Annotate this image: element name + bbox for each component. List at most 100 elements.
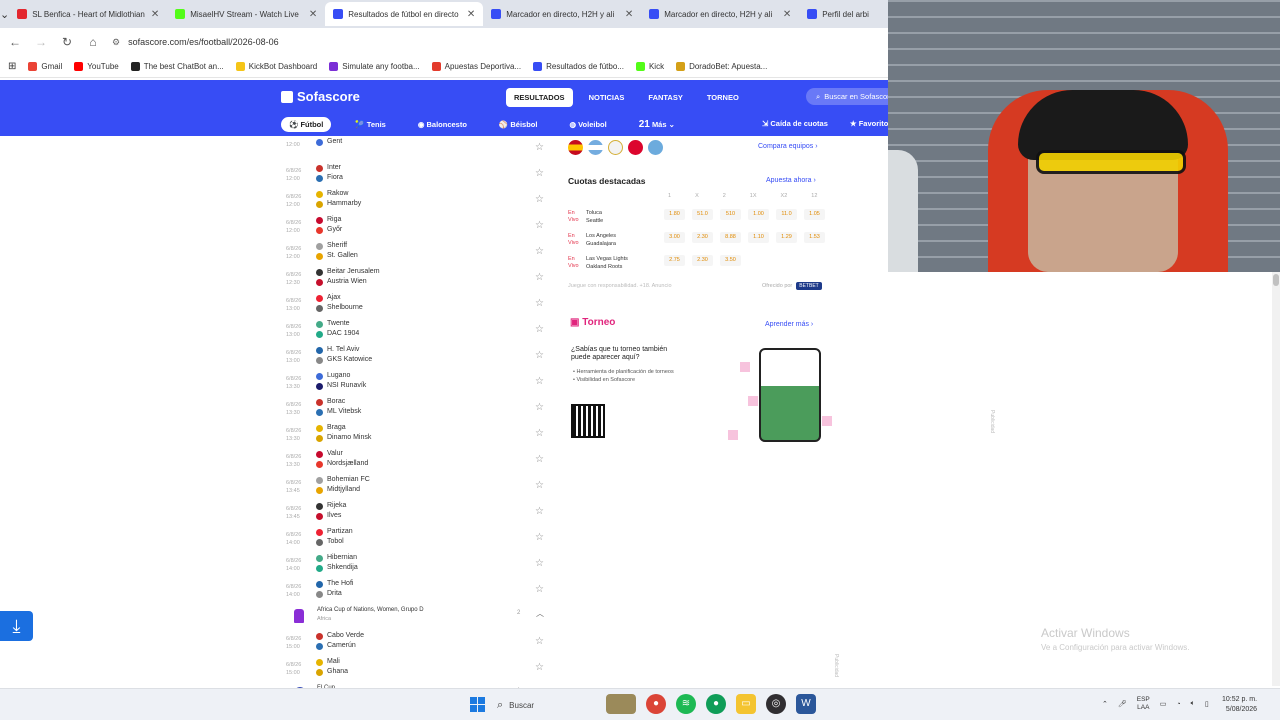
odds-button[interactable]: 510: [720, 209, 741, 220]
odds-row[interactable]: En Vivo Toluca Seattle 1.80 51.0 510 1.00 11.0 1.…: [568, 206, 830, 230]
odds-button[interactable]: 1.80: [664, 209, 685, 220]
chevron-up-icon[interactable]: ⌃: [1102, 700, 1108, 708]
browser-tab[interactable]: SL Benfica - Heart of Midlothian ✕: [9, 2, 167, 26]
odds-button[interactable]: 11.0: [776, 209, 797, 220]
match-row[interactable]: 6/8/26 12:00 Riga Győr ☆: [286, 214, 552, 240]
favorite-star-icon[interactable]: ☆: [535, 584, 544, 595]
display-icon[interactable]: ▭: [1160, 700, 1167, 708]
download-icon[interactable]: ⤓: [0, 611, 33, 641]
browser-tab[interactable]: Resultados de fútbol en directo ✕: [325, 2, 484, 26]
windows-start-icon[interactable]: [470, 697, 485, 712]
sport-voleibol[interactable]: ◍ Voleibol: [561, 117, 614, 132]
site-info-icon[interactable]: ⚙: [112, 37, 120, 48]
man-city-crest-icon[interactable]: [648, 140, 663, 155]
favorite-star-icon[interactable]: ☆: [535, 220, 544, 231]
odds-button[interactable]: 3.00: [664, 232, 685, 243]
bet-now-link[interactable]: Apuesta ahora ›: [766, 177, 816, 184]
favorite-star-icon[interactable]: ☆: [535, 324, 544, 335]
favorite-star-icon[interactable]: ☆: [535, 376, 544, 387]
odds-button[interactable]: 1.05: [804, 209, 825, 220]
sport-tenis[interactable]: 🎾 Tenis: [347, 117, 393, 132]
odds-button[interactable]: 2.75: [664, 255, 685, 266]
taskbar-search[interactable]: ⌕ Buscar: [497, 695, 597, 715]
bookmark-item[interactable]: KickBot Dashboard: [235, 62, 317, 71]
file-explorer-icon[interactable]: ▭: [736, 694, 756, 714]
browser-tab[interactable]: Marcador en directo, H2H y ali ✕: [483, 2, 641, 26]
sport-futbol[interactable]: ⚽ Fútbol: [281, 117, 332, 132]
favorite-star-icon[interactable]: ☆: [535, 662, 544, 673]
odds-button[interactable]: 51.0: [692, 209, 713, 220]
match-row[interactable]: 6/8/26 13:00 H. Tel Aviv GKS Katowice ☆: [286, 344, 552, 370]
match-row[interactable]: 6/8/26 13:45 Rijeka Ilves ☆: [286, 500, 552, 526]
widgets-icon[interactable]: [606, 694, 636, 714]
browser-tab[interactable]: Marcador en directo, H2H y ali ✕: [641, 2, 799, 26]
odds-row[interactable]: En Vivo Los Angeles Guadalajara 3.00 2.30 8.88…: [568, 229, 830, 253]
bet-brand-logo[interactable]: BETBET: [796, 282, 822, 290]
match-row[interactable]: 6/8/26 14:00 The Hofi Drita ☆: [286, 578, 552, 604]
match-row[interactable]: 6/8/26 12:00 Sheriff St. Gallen ☆: [286, 240, 552, 266]
odds-row[interactable]: En Vivo Las Vegas Lights Oakland Roots 2.75 2…: [568, 252, 830, 276]
favorite-star-icon[interactable]: ☆: [535, 428, 544, 439]
nav-torneo[interactable]: TORNEO: [699, 88, 747, 107]
match-row[interactable]: 12:00 Gent ☆: [286, 136, 552, 162]
bookmark-item[interactable]: YouTube: [74, 62, 119, 71]
language-indicator[interactable]: ESP LAA: [1137, 696, 1150, 712]
close-icon[interactable]: ✕: [309, 9, 317, 20]
page-scrollbar[interactable]: [1272, 272, 1280, 686]
favorite-star-icon[interactable]: ☆: [535, 532, 544, 543]
match-row[interactable]: 6/8/26 13:30 Lugano NSI Runavík ☆: [286, 370, 552, 396]
match-row[interactable]: 6/8/26 15:00 Mali Ghana ☆: [286, 656, 552, 682]
bookmark-item[interactable]: DoradoBet: Apuesta...: [676, 62, 767, 71]
nav-noticias[interactable]: NOTICIAS: [581, 88, 633, 107]
favorite-star-icon[interactable]: ☆: [535, 142, 544, 153]
spain-flag-icon[interactable]: [568, 140, 583, 155]
favorite-star-icon[interactable]: ☆: [535, 168, 544, 179]
microphone-icon[interactable]: 🎤︎: [1118, 700, 1127, 708]
reload-icon[interactable]: ↻: [60, 35, 74, 49]
match-row[interactable]: 6/8/26 13:30 Braga Dinamo Minsk ☆: [286, 422, 552, 448]
compare-teams-link[interactable]: Compara equipos ›: [758, 143, 818, 150]
close-icon[interactable]: ✕: [783, 9, 791, 20]
real-madrid-crest-icon[interactable]: [608, 140, 623, 155]
back-arrow-icon[interactable]: ←: [8, 35, 22, 49]
odds-button[interactable]: 1.10: [748, 232, 769, 243]
close-icon[interactable]: ✕: [625, 9, 633, 20]
battery-icon[interactable]: ▯: [1205, 700, 1209, 708]
argentina-flag-icon[interactable]: [588, 140, 603, 155]
odds-button[interactable]: 2.30: [692, 232, 713, 243]
odds-button[interactable]: 2.30: [692, 255, 713, 266]
match-row[interactable]: 6/8/26 13:45 Bohemian FC Midtjylland ☆: [286, 474, 552, 500]
network-icon[interactable]: ◔: [1176, 701, 1180, 708]
favorite-star-icon[interactable]: ☆: [535, 454, 544, 465]
bookmark-item[interactable]: Simulate any footba...: [329, 62, 420, 71]
favorite-star-icon[interactable]: ☆: [535, 350, 544, 361]
volume-icon[interactable]: 🔈︎: [1191, 700, 1195, 708]
nav-caida-cuotas[interactable]: ⇲ Caída de cuotas: [762, 119, 828, 128]
match-row[interactable]: 6/8/26 12:00 Rakow Hammarby ☆: [286, 188, 552, 214]
bayern-crest-icon[interactable]: [628, 140, 643, 155]
league-header[interactable]: Africa Cup of Nations, Women, Grupo D Afr…: [286, 604, 552, 630]
close-icon[interactable]: ✕: [467, 9, 475, 20]
odds-button[interactable]: 1.29: [776, 232, 797, 243]
spotify-icon[interactable]: ≋: [676, 694, 696, 714]
favorite-star-icon[interactable]: ☆: [535, 272, 544, 283]
learn-more-link[interactable]: Aprender más ›: [765, 321, 813, 328]
favorite-star-icon[interactable]: ☆: [535, 636, 544, 647]
chrome-icon[interactable]: ●: [646, 694, 666, 714]
favorite-star-icon[interactable]: ☆: [535, 480, 544, 491]
match-row[interactable]: 6/8/26 12:30 Beitar Jerusalem Austria Wien ☆: [286, 266, 552, 292]
taskbar-clock[interactable]: 10:52 p. m. 5/08/2026: [1222, 695, 1257, 715]
match-row[interactable]: 6/8/26 13:30 Borac ML Vitebsk ☆: [286, 396, 552, 422]
scrollbar-thumb[interactable]: [1273, 274, 1279, 286]
home-icon[interactable]: ⌂: [86, 35, 100, 49]
sport-more[interactable]: 21 Más ⌄: [631, 116, 683, 133]
favorite-star-icon[interactable]: ☆: [535, 558, 544, 569]
odds-button[interactable]: 3.50: [720, 255, 741, 266]
chevron-up-icon[interactable]: ︿: [536, 608, 544, 619]
tab-list-chevron-icon[interactable]: ⌄: [0, 8, 9, 21]
match-row[interactable]: 6/8/26 13:00 Twente DAC 1904 ☆: [286, 318, 552, 344]
favorite-star-icon[interactable]: ☆: [535, 194, 544, 205]
bookmark-item[interactable]: Resultados de fútbo...: [533, 62, 624, 71]
match-row[interactable]: 6/8/26 14:00 Partizan Tobol ☆: [286, 526, 552, 552]
sport-baloncesto[interactable]: ◉ Baloncesto: [410, 117, 475, 132]
